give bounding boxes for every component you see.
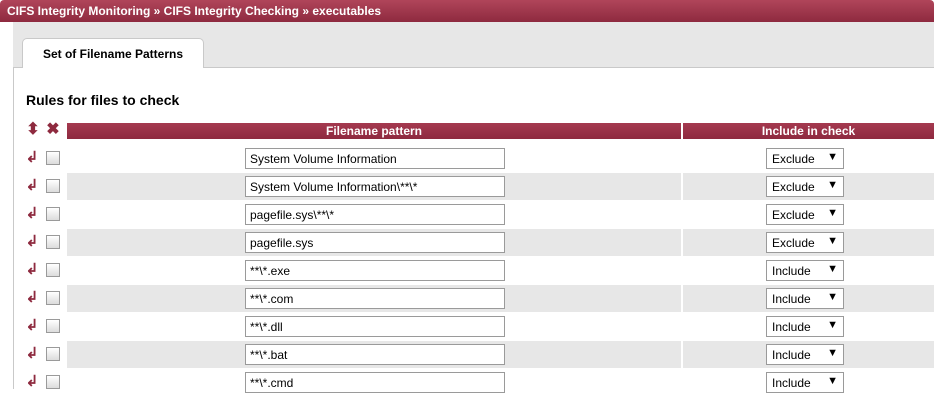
move-row-icon[interactable]: ↲ — [24, 206, 40, 222]
chevron-down-icon: ▼ — [827, 151, 838, 163]
row-checkbox[interactable] — [46, 347, 60, 361]
row-checkbox[interactable] — [46, 319, 60, 333]
include-select-value: Include — [772, 348, 811, 362]
column-header-include[interactable]: Include in check — [683, 123, 934, 139]
column-divider — [681, 201, 683, 228]
row-checkbox[interactable] — [46, 235, 60, 249]
column-divider — [681, 257, 683, 284]
row-checkbox[interactable] — [46, 207, 60, 221]
row-checkbox[interactable] — [46, 151, 60, 165]
include-select[interactable]: Include ▼ — [766, 372, 844, 393]
include-select[interactable]: Include ▼ — [766, 260, 844, 281]
chevron-down-icon: ▼ — [827, 263, 838, 275]
filename-pattern-input[interactable] — [245, 148, 505, 169]
column-divider — [681, 369, 683, 396]
chevron-down-icon: ▼ — [827, 347, 838, 359]
filename-pattern-input[interactable] — [245, 316, 505, 337]
delete-x-icon[interactable]: ✖ — [44, 121, 62, 139]
include-select-value: Include — [772, 292, 811, 306]
move-row-icon[interactable]: ↲ — [24, 346, 40, 362]
include-select-value: Include — [772, 376, 811, 390]
column-divider — [681, 145, 683, 172]
include-select-value: Exclude — [772, 152, 815, 166]
breadcrumb: CIFS Integrity Monitoring » CIFS Integri… — [7, 4, 382, 18]
row-checkbox[interactable] — [46, 179, 60, 193]
chevron-down-icon: ▼ — [827, 291, 838, 303]
filename-pattern-input[interactable] — [245, 344, 505, 365]
move-row-icon[interactable]: ↲ — [24, 318, 40, 334]
title-bar: CIFS Integrity Monitoring » CIFS Integri… — [0, 0, 934, 22]
column-divider — [681, 285, 683, 312]
include-select[interactable]: Exclude ▼ — [766, 232, 844, 253]
chevron-down-icon: ▼ — [827, 375, 838, 387]
row-checkbox[interactable] — [46, 291, 60, 305]
chevron-down-icon: ▼ — [827, 207, 838, 219]
filename-pattern-input[interactable] — [245, 176, 505, 197]
include-select-value: Exclude — [772, 180, 815, 194]
column-divider — [681, 229, 683, 256]
move-row-icon[interactable]: ↲ — [24, 374, 40, 390]
chevron-down-icon: ▼ — [827, 179, 838, 191]
include-select[interactable]: Include ▼ — [766, 316, 844, 337]
include-select[interactable]: Exclude ▼ — [766, 176, 844, 197]
include-select[interactable]: Include ▼ — [766, 288, 844, 309]
filename-pattern-input[interactable] — [245, 204, 505, 225]
row-checkbox[interactable] — [46, 263, 60, 277]
include-select[interactable]: Exclude ▼ — [766, 148, 844, 169]
chevron-down-icon: ▼ — [827, 319, 838, 331]
filename-pattern-input[interactable] — [245, 288, 505, 309]
move-row-icon[interactable]: ↲ — [24, 150, 40, 166]
column-divider — [681, 313, 683, 340]
move-row-icon[interactable]: ↲ — [24, 262, 40, 278]
tab-label: Set of Filename Patterns — [42, 47, 184, 61]
tab-set-of-filename-patterns[interactable]: Set of Filename Patterns — [22, 38, 204, 68]
include-select[interactable]: Include ▼ — [766, 344, 844, 365]
filename-pattern-input[interactable] — [245, 232, 505, 253]
row-checkbox[interactable] — [46, 375, 60, 389]
include-select-value: Exclude — [772, 236, 815, 250]
move-row-icon[interactable]: ↲ — [24, 234, 40, 250]
move-arrow-icon[interactable]: ⬍ — [24, 121, 42, 139]
chevron-down-icon: ▼ — [827, 235, 838, 247]
section-title: Rules for files to check — [26, 92, 180, 108]
include-select-value: Exclude — [772, 208, 815, 222]
move-row-icon[interactable]: ↲ — [24, 178, 40, 194]
column-divider — [681, 173, 683, 200]
column-header-pattern[interactable]: Filename pattern — [67, 123, 681, 139]
filename-pattern-input[interactable] — [245, 372, 505, 393]
filename-pattern-input[interactable] — [245, 260, 505, 281]
column-divider — [681, 341, 683, 368]
include-select-value: Include — [772, 264, 811, 278]
move-row-icon[interactable]: ↲ — [24, 290, 40, 306]
include-select[interactable]: Exclude ▼ — [766, 204, 844, 225]
include-select-value: Include — [772, 320, 811, 334]
